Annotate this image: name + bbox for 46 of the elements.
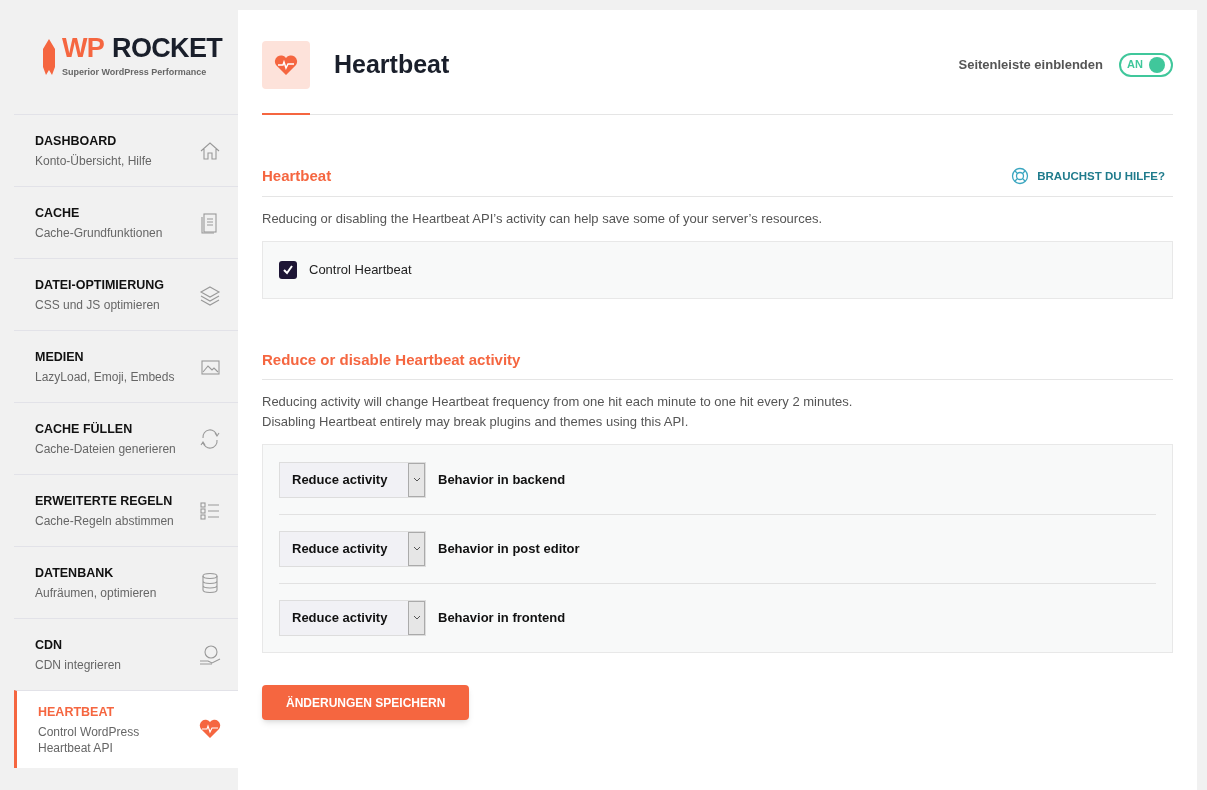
- section-description: Reducing or disabling the Heartbeat API’s activity can help save some of your server’s resources.: [262, 209, 823, 228]
- page-title: Heartbeat: [334, 48, 450, 80]
- logo-text: WP: [61, 34, 105, 62]
- logo-text: ROCKET: [112, 34, 223, 62]
- select-dropdown[interactable]: Reduce activity: [279, 600, 426, 636]
- help-link[interactable]: BRAUCHST DU HILFE?: [1011, 167, 1165, 186]
- sidebar-item[interactable]: HEARTBEAT Control WordPress Heartbeat API: [14, 690, 238, 768]
- section-description: Reducing activity will change Heartbeat frequency from one hit each minute to one hit every 2 minutes.: [262, 393, 854, 411]
- item-title: HEARTBEAT: [38, 704, 116, 721]
- lifebuoy-icon: [1011, 167, 1030, 186]
- field-label: Behavior in backend: [438, 470, 566, 489]
- globe-hand-icon: [198, 642, 222, 667]
- item-subtitle: CSS und JS optimieren: [35, 296, 161, 313]
- section-title: Heartbeat: [262, 166, 332, 186]
- chevron-down-icon: [412, 615, 421, 621]
- item-title: DATENBANK: [35, 565, 115, 583]
- item-subtitle: Aufräumen, optimieren: [35, 584, 158, 601]
- field-label: Behavior in post editor: [438, 540, 580, 559]
- chevron-down-icon: [412, 476, 421, 483]
- checkbox-label: Control Heartbeat: [309, 260, 412, 279]
- section-description: Disabling Heartbeat entirely may break plugins and themes using this API.: [262, 413, 690, 431]
- section-title: Reduce or disable Heartbeat activity: [262, 349, 521, 370]
- item-title: DASHBOARD: [35, 133, 118, 151]
- item-title: ERWEITERTE REGELN: [35, 493, 174, 511]
- item-subtitle: Konto-Übersicht, Hilfe: [35, 152, 153, 169]
- refresh-icon: [198, 426, 222, 451]
- checkbox[interactable]: [279, 260, 297, 279]
- item-subtitle: CDN integrieren: [35, 656, 123, 673]
- chevron-down-icon: [412, 546, 421, 552]
- toggle-label: Seitenleiste einblenden: [958, 55, 1103, 74]
- logo-tagline: Superior WordPress Performance: [61, 65, 208, 79]
- item-subtitle: Control WordPress Heartbeat API: [38, 723, 141, 756]
- item-subtitle: Cache-Dateien generieren: [35, 440, 177, 457]
- item-subtitle: Cache-Grundfunktionen: [35, 224, 164, 241]
- item-title: CACHE FÜLLEN: [35, 421, 134, 439]
- select-dropdown[interactable]: Reduce activity: [279, 531, 426, 567]
- item-subtitle: LazyLoad, Emoji, Embeds: [35, 368, 176, 385]
- item-subtitle: Cache-Regeln abstimmen: [35, 512, 175, 529]
- item-title: CACHE: [35, 205, 81, 223]
- heart-icon: [274, 54, 298, 76]
- field-label: Behavior in frontend: [438, 609, 566, 628]
- checkmark-icon: [282, 263, 294, 276]
- item-title: CDN: [35, 637, 64, 655]
- item-title: DATEI-OPTIMIERUNG: [35, 277, 165, 295]
- select-dropdown[interactable]: Reduce activity: [279, 461, 426, 498]
- item-title: MEDIEN: [35, 349, 85, 367]
